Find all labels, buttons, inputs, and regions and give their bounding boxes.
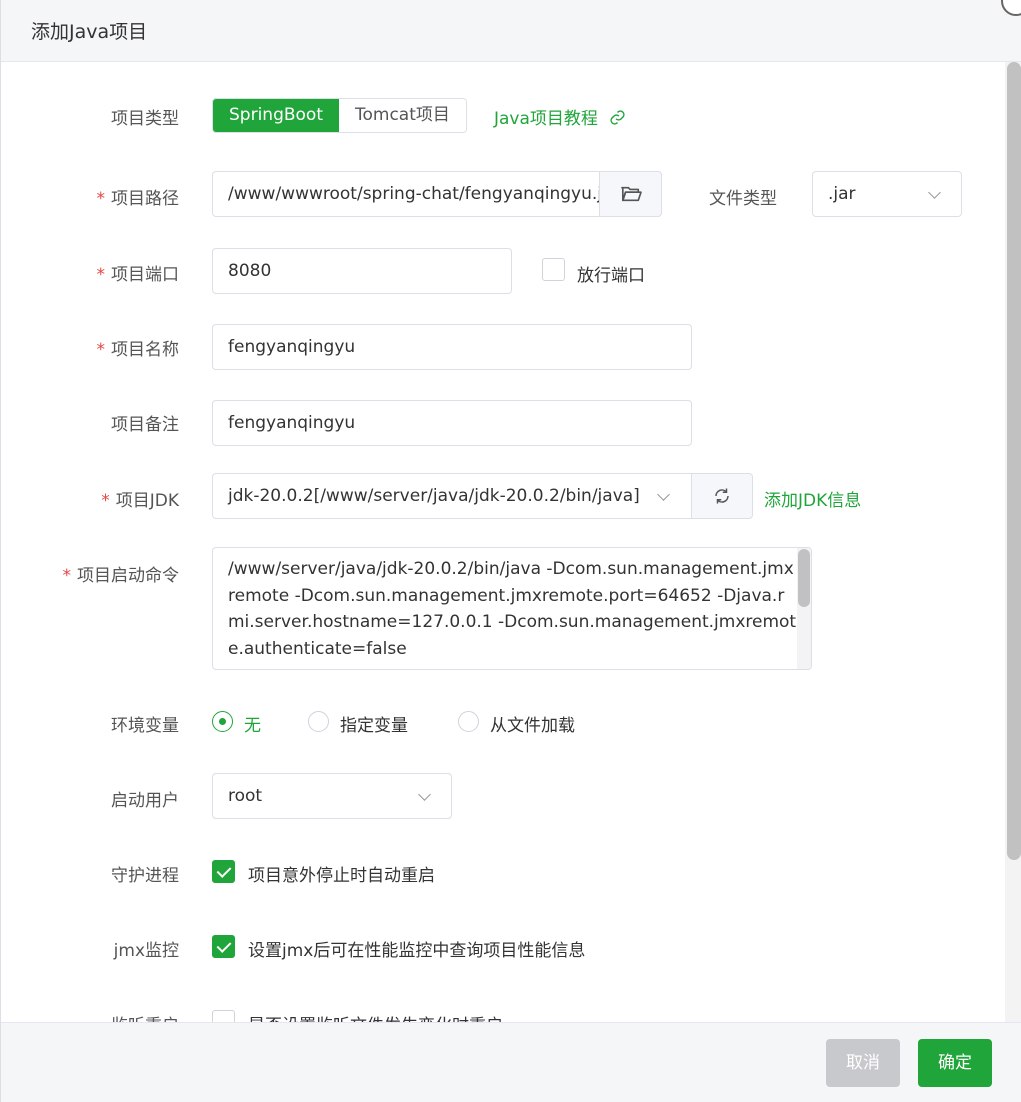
add-jdk-link[interactable]: 添加JDK信息 — [764, 486, 861, 511]
dialog-title: 添加Java项目 — [31, 21, 148, 43]
project-type-springboot[interactable]: SpringBoot — [213, 99, 339, 132]
project-path-label: * 项目路径 — [96, 189, 180, 209]
link-icon — [610, 110, 625, 125]
project-remark-input[interactable]: fengyanqingyu — [212, 400, 692, 446]
refresh-icon — [715, 488, 729, 504]
browse-folder-button[interactable] — [599, 171, 662, 217]
project-port-input[interactable]: 8080 — [212, 248, 512, 294]
env-none-text: 无 — [244, 716, 261, 736]
project-name-label: * 项目名称 — [96, 340, 180, 360]
dialog-scrollbar-thumb[interactable] — [1007, 62, 1021, 860]
project-jdk-value: jdk-20.0.2[/www/server/java/jdk-20.0.2/b… — [228, 486, 640, 506]
env-specify-radio[interactable] — [308, 711, 329, 732]
project-path-input[interactable]: /www/wwwroot/spring-chat/fengyanqingyu.j… — [212, 171, 602, 217]
project-type-toggle: SpringBoot Tomcat项目 — [212, 98, 467, 133]
confirm-button[interactable]: 确定 — [918, 1039, 992, 1087]
project-remark-label: 项目备注 — [111, 415, 179, 435]
start-user-value: root — [228, 786, 263, 806]
dialog-footer: 取消 确定 — [1, 1022, 1021, 1102]
start-user-label: 启动用户 — [111, 791, 179, 811]
env-file-radio[interactable] — [458, 711, 479, 732]
start-user-select[interactable]: root — [212, 773, 452, 819]
daemon-text: 项目意外停止时自动重启 — [248, 866, 435, 886]
env-specify-text: 指定变量 — [340, 716, 408, 736]
refresh-jdk-button[interactable] — [691, 473, 753, 519]
release-port-text: 放行端口 — [577, 266, 645, 286]
jmx-text: 设置jmx后可在性能监控中查询项目性能信息 — [248, 941, 586, 961]
project-type-tomcat[interactable]: Tomcat项目 — [339, 99, 466, 132]
env-none-radio[interactable] — [212, 711, 233, 732]
java-tutorial-link[interactable]: Java项目教程 — [494, 104, 626, 129]
env-vars-label: 环境变量 — [111, 716, 179, 736]
textarea-scrollbar-thumb[interactable] — [798, 549, 810, 607]
project-port-label: * 项目端口 — [96, 265, 180, 285]
start-command-label: * 项目启动命令 — [62, 566, 180, 586]
daemon-label: 守护进程 — [111, 866, 179, 886]
project-name-input[interactable]: fengyanqingyu — [212, 324, 692, 370]
start-command-text: /www/server/java/jdk-20.0.2/bin/java -Dc… — [228, 559, 797, 659]
file-type-select[interactable]: .jar — [812, 171, 962, 217]
file-type-value: .jar — [828, 184, 856, 204]
file-type-label: 文件类型 — [709, 189, 777, 209]
folder-open-icon — [620, 186, 642, 202]
java-tutorial-link-text: Java项目教程 — [494, 109, 598, 129]
project-jdk-label: * 项目JDK — [101, 491, 179, 511]
jmx-checkbox[interactable] — [212, 935, 235, 958]
start-command-textarea[interactable]: /www/server/java/jdk-20.0.2/bin/java -Dc… — [212, 547, 812, 670]
dialog-header: 添加Java项目 — [1, 0, 1021, 62]
add-java-project-dialog: 添加Java项目 项目类型 SpringBoot Tomcat项目 Java项目… — [0, 0, 1021, 1102]
project-jdk-select[interactable]: jdk-20.0.2[/www/server/java/jdk-20.0.2/b… — [212, 473, 692, 519]
project-type-label: 项目类型 — [111, 109, 179, 129]
env-file-text: 从文件加载 — [490, 716, 575, 736]
jmx-label: jmx监控 — [113, 941, 179, 961]
release-port-checkbox[interactable] — [542, 258, 565, 281]
daemon-checkbox[interactable] — [212, 860, 235, 883]
cancel-button[interactable]: 取消 — [826, 1039, 900, 1087]
